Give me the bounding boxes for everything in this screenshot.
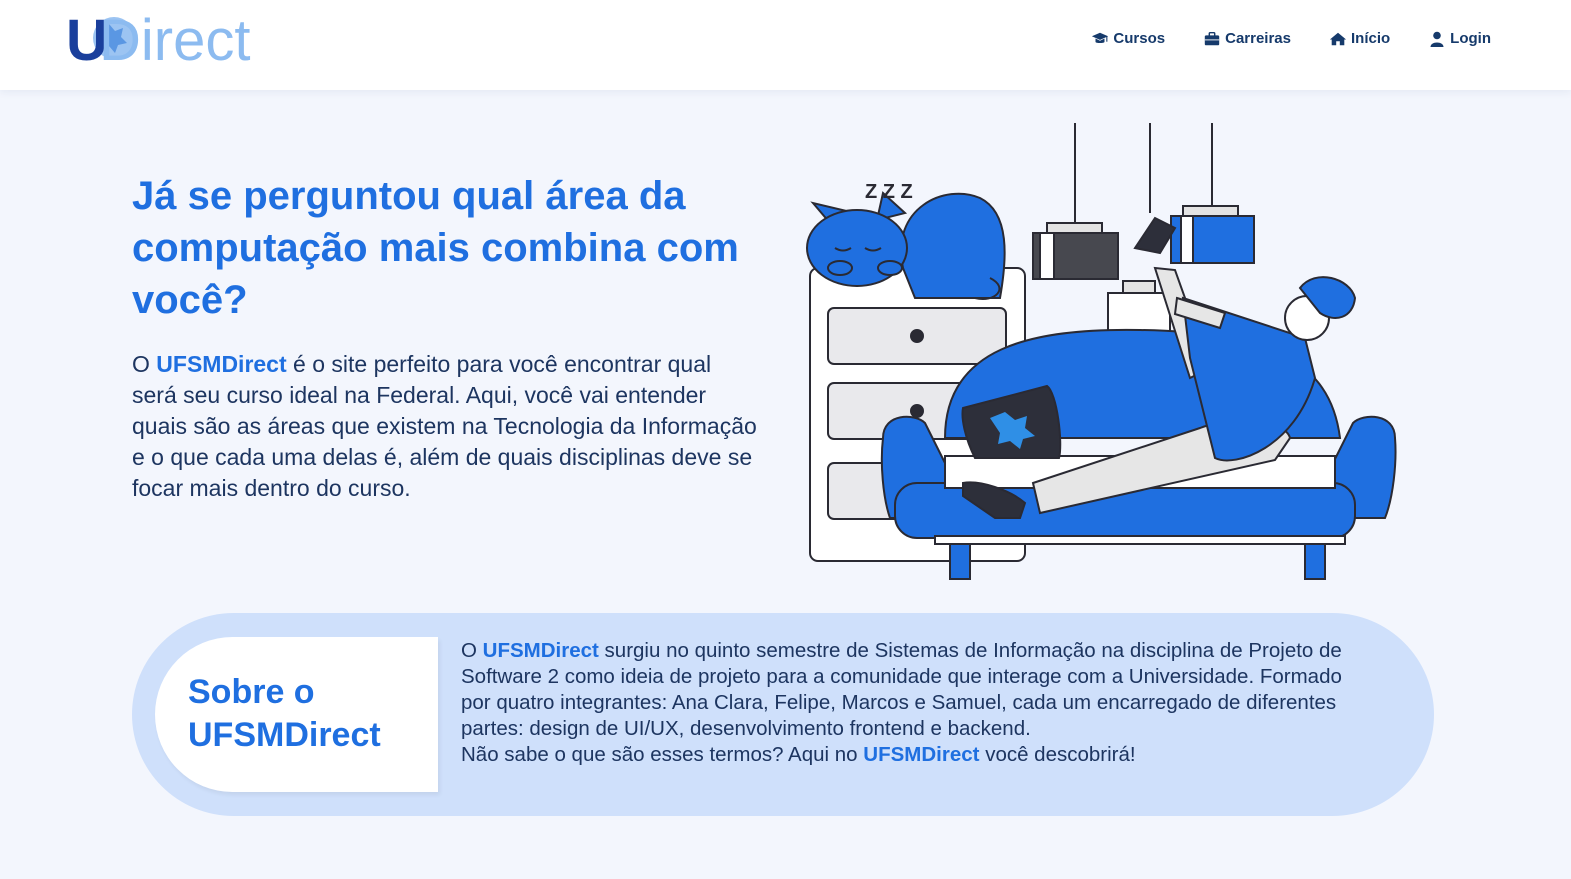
logo-text-direct: Direct [99,8,250,72]
logo[interactable]: U Direct [66,6,276,72]
about-title: Sobre o UFSMDirect [188,673,381,754]
about-brand: UFSMDirect [482,639,599,662]
nav-inicio-label: Início [1351,30,1391,47]
hanging-lamps [1032,123,1255,334]
hero-brand: UFSMDirect [156,351,287,377]
hero-title: Já se perguntou qual área da computação … [132,174,739,322]
nav-carreiras-label: Carreiras [1225,30,1291,47]
about-paragraph-2: Não sabe o que são esses termos? Aqui no… [461,742,1361,768]
about-paragraph-1: O UFSMDirect surgiu no quinto semestre d… [461,638,1361,742]
hero-illustration: Z Z Z [795,118,1405,588]
nav-cursos-label: Cursos [1113,30,1166,47]
nav-carreiras[interactable]: Carreiras [1203,30,1291,47]
user-icon [1430,31,1444,47]
home-icon [1329,32,1347,45]
nav-login-label: Login [1450,30,1491,47]
about-description: O UFSMDirect surgiu no quinto semestre d… [461,638,1361,768]
briefcase-icon [1204,31,1220,45]
nav-cursos[interactable]: Cursos [1091,30,1165,47]
nav-inicio[interactable]: Início [1329,30,1390,47]
nav-login[interactable]: Login [1428,30,1491,47]
graduation-cap-icon [1092,32,1109,43]
sleep-zzz: Z Z Z [865,181,913,203]
about-p2-suffix: você descobrirá! [985,743,1136,766]
header: U Direct Cursos Carreiras Início Login [0,0,1571,90]
hero-text-prefix: O [132,351,150,377]
hero-description: O UFSMDirect é o site perfeito para você… [132,349,757,504]
about-p1-prefix: O [461,639,477,662]
about-brand-2: UFSMDirect [863,743,980,766]
about-p2-prefix: Não sabe o que são esses termos? Aqui no [461,743,858,766]
main-nav: Cursos Carreiras Início Login [1091,30,1491,47]
